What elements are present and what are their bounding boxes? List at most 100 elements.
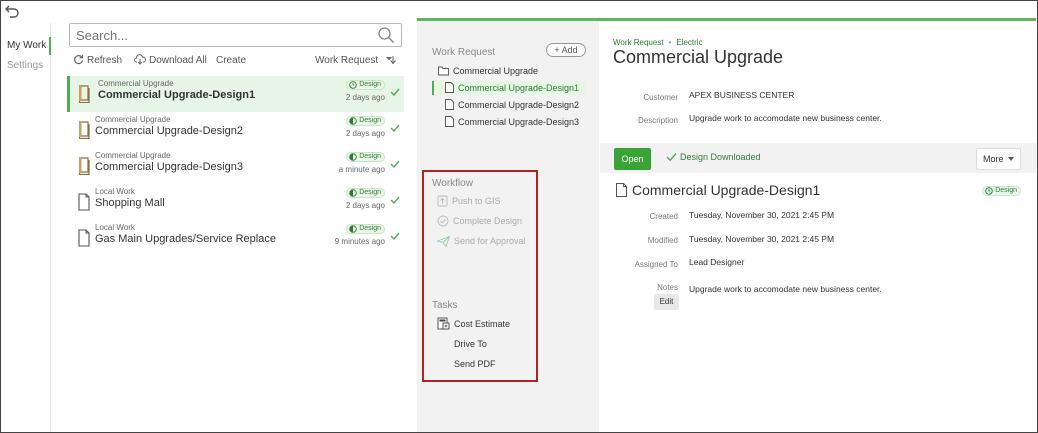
document-icon — [616, 183, 627, 197]
customer-label: Customer — [643, 93, 678, 102]
item-type: Commercial Upgrade — [95, 151, 171, 160]
item-type: Local Work — [95, 223, 135, 232]
download-status: Design Downloaded — [666, 152, 761, 162]
refresh-label: Refresh — [87, 55, 123, 66]
left-nav: My Work Settings — [1, 23, 51, 432]
item-title: Commercial Upgrade-Design3 — [95, 161, 243, 173]
badge-label: Design — [359, 81, 381, 88]
list-item[interactable]: Local Work Gas Main Upgrades/Service Rep… — [67, 220, 404, 256]
design-title: Commercial Upgrade-Design1 — [632, 182, 821, 198]
check-icon — [666, 153, 677, 162]
item-title: Gas Main Upgrades/Service Replace — [95, 233, 276, 245]
breadcrumb-work-request[interactable]: Work Request — [613, 38, 664, 47]
half-circle-icon — [349, 153, 357, 161]
created-value: Tuesday, November 30, 2021 2:45 PM — [689, 210, 835, 220]
status-badge: Design — [346, 224, 385, 234]
nav-settings[interactable]: Settings — [1, 57, 51, 75]
status-badge: Design — [346, 80, 385, 90]
highlight-box — [422, 170, 538, 382]
book-icon — [78, 157, 90, 175]
clock-icon — [985, 187, 993, 195]
add-button[interactable]: + Add — [546, 43, 586, 57]
folder-icon — [438, 66, 449, 76]
tree-item-label: Commercial Upgrade-Design2 — [458, 100, 580, 110]
document-icon — [78, 229, 90, 247]
list-item[interactable]: Commercial Upgrade Commercial Upgrade-De… — [67, 76, 404, 112]
document-icon — [445, 82, 454, 93]
item-title: Commercial Upgrade-Design2 — [95, 125, 243, 137]
item-type: Commercial Upgrade — [98, 79, 174, 88]
item-title: Commercial Upgrade-Design1 — [98, 89, 256, 101]
half-circle-icon — [349, 117, 357, 125]
item-time: a minute ago — [338, 165, 385, 174]
badge-label: Design — [359, 225, 381, 232]
list-item[interactable]: Local Work Shopping Mall Design 2 days a… — [67, 184, 404, 220]
tree-item-design1[interactable]: Commercial Upgrade-Design1 — [432, 81, 586, 95]
status-badge: Design — [346, 152, 385, 162]
refresh-icon — [74, 54, 84, 65]
tree-item-label: Commercial Upgrade — [453, 66, 539, 76]
list-item[interactable]: Commercial Upgrade Commercial Upgrade-De… — [67, 148, 404, 184]
sort-direction-button[interactable] — [389, 53, 400, 69]
assigned-to-label: Assigned To — [634, 260, 678, 269]
search-input[interactable] — [70, 24, 370, 46]
search-box — [69, 23, 402, 47]
work-request-heading: Work Request — [432, 47, 496, 58]
breadcrumb-electric[interactable]: Electric — [676, 38, 702, 47]
status-badge: Design — [346, 188, 385, 198]
tree-item-label: Commercial Upgrade-Design3 — [458, 117, 580, 127]
check-icon — [390, 196, 400, 205]
badge-label: Design — [359, 189, 381, 196]
document-icon — [445, 116, 454, 127]
item-time: 2 days ago — [345, 93, 385, 102]
sort-dropdown[interactable]: Work Request — [315, 53, 396, 69]
list-toolbar: Refresh Download All Create Work Request — [69, 53, 402, 69]
modified-value: Tuesday, November 30, 2021 2:45 PM — [689, 234, 835, 244]
arrow-down-icon — [390, 56, 396, 65]
status-badge: Design — [982, 186, 1021, 196]
tree-item-design2[interactable]: Commercial Upgrade-Design2 — [445, 98, 579, 112]
detail-panel: Work Request • Electric Commercial Upgrade… — [600, 21, 1036, 432]
open-button[interactable]: Open — [614, 148, 651, 170]
badge-label: Design — [359, 117, 381, 124]
edit-notes-button[interactable]: Edit — [654, 294, 679, 310]
description-label: Description — [637, 116, 678, 125]
half-circle-icon — [349, 189, 357, 197]
back-arrow-icon[interactable] — [5, 4, 21, 20]
description-value: Upgrade work to accomodate new business … — [689, 113, 882, 123]
action-bar: Open Design Downloaded More — [600, 143, 1036, 173]
document-icon — [445, 99, 454, 110]
badge-label: Design — [359, 153, 381, 160]
caret-down-icon — [1008, 157, 1014, 161]
sort-label: Work Request — [315, 55, 379, 66]
refresh-button[interactable]: Refresh — [73, 53, 122, 69]
notes-label: Notes — [657, 283, 678, 292]
half-circle-icon — [349, 225, 357, 233]
tree-item-work-request[interactable]: Commercial Upgrade — [438, 64, 538, 78]
clock-icon — [349, 81, 357, 89]
breadcrumb: Work Request • Electric — [613, 38, 703, 47]
book-icon — [78, 85, 90, 103]
more-label: More — [983, 154, 1004, 164]
badge-label: Design — [995, 187, 1017, 194]
modified-label: Modified — [647, 236, 678, 245]
create-button[interactable]: Create — [216, 53, 246, 69]
check-icon — [390, 88, 400, 97]
item-time: 9 minutes ago — [334, 237, 385, 246]
list-item[interactable]: Commercial Upgrade Commercial Upgrade-De… — [67, 112, 404, 148]
download-all-button[interactable]: Download All — [134, 53, 207, 69]
tree-item-design3[interactable]: Commercial Upgrade-Design3 — [445, 115, 579, 129]
item-type: Local Work — [95, 187, 135, 196]
search-icon[interactable] — [377, 26, 395, 44]
item-time: 2 days ago — [345, 129, 385, 138]
check-icon — [390, 124, 400, 133]
download-all-label: Download All — [149, 55, 207, 66]
assigned-to-value: Lead Designer — [689, 257, 745, 267]
document-icon — [78, 193, 90, 211]
nav-my-work[interactable]: My Work — [1, 37, 51, 55]
check-icon — [390, 160, 400, 169]
customer-value: APEX BUSINESS CENTER — [689, 90, 795, 100]
download-status-label: Design Downloaded — [680, 152, 761, 162]
more-dropdown[interactable]: More — [976, 148, 1021, 170]
tree-item-label: Commercial Upgrade-Design1 — [458, 83, 580, 93]
